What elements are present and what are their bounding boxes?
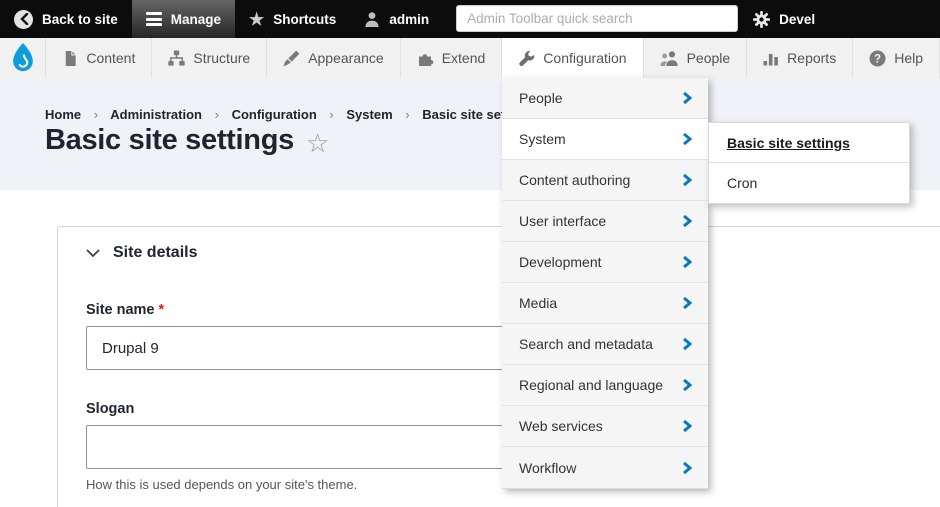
menu-item-content-authoring[interactable]: Content authoring bbox=[502, 160, 708, 201]
drupal-home-button[interactable] bbox=[0, 38, 46, 78]
document-icon bbox=[62, 50, 78, 67]
back-to-site-button[interactable]: Back to site bbox=[0, 0, 132, 38]
toolbar-tab-extend[interactable]: Extend bbox=[401, 38, 503, 78]
menu-item-system[interactable]: System bbox=[502, 119, 708, 160]
toolbar-tab-label: People bbox=[687, 50, 731, 66]
chevron-down-icon bbox=[86, 249, 100, 258]
hamburger-icon bbox=[146, 12, 162, 26]
manage-label: Manage bbox=[171, 12, 221, 27]
breadcrumb-home[interactable]: Home bbox=[45, 107, 81, 122]
page-title: Basic site settings bbox=[45, 124, 294, 157]
menu-item-media[interactable]: Media bbox=[502, 283, 708, 324]
toolbar-tab-label: Configuration bbox=[543, 50, 626, 66]
chevron-right-icon bbox=[682, 92, 692, 104]
breadcrumb: Home › Administration › Configuration › … bbox=[45, 107, 536, 122]
system-submenu: Basic site settings Cron bbox=[708, 122, 910, 204]
toolbar-tab-configuration[interactable]: Configuration bbox=[502, 38, 643, 78]
sitemap-icon bbox=[168, 50, 185, 67]
help-icon: ? bbox=[869, 50, 886, 67]
submenu-item-cron[interactable]: Cron bbox=[709, 163, 909, 203]
gear-icon bbox=[753, 11, 770, 28]
chevron-right-icon bbox=[682, 215, 692, 227]
menu-item-user-interface[interactable]: User interface bbox=[502, 201, 708, 242]
toolbar-tab-label: Help bbox=[894, 50, 923, 66]
required-marker: * bbox=[159, 302, 165, 318]
drupal-logo-icon bbox=[8, 42, 38, 74]
person-icon bbox=[364, 11, 380, 28]
breadcrumb-administration[interactable]: Administration bbox=[110, 107, 202, 122]
menu-item-people[interactable]: People bbox=[502, 78, 708, 119]
breadcrumb-separator: › bbox=[396, 107, 418, 122]
manage-toolbar: Content Structure Appearance Extend bbox=[0, 38, 940, 78]
chevron-right-icon bbox=[682, 256, 692, 268]
chevron-right-icon bbox=[682, 133, 692, 145]
toolbar-tab-help[interactable]: ? Help bbox=[853, 38, 940, 78]
breadcrumb-separator: › bbox=[206, 107, 228, 122]
manage-tab[interactable]: Manage bbox=[132, 0, 235, 38]
wrench-icon bbox=[518, 50, 535, 67]
site-details-title: Site details bbox=[113, 244, 197, 262]
devel-menu[interactable]: Devel bbox=[739, 0, 829, 38]
brush-icon bbox=[283, 50, 300, 67]
toolbar-tab-label: Structure bbox=[193, 50, 250, 66]
breadcrumb-configuration[interactable]: Configuration bbox=[232, 107, 317, 122]
chevron-right-icon bbox=[682, 297, 692, 309]
puzzle-icon bbox=[417, 50, 434, 67]
toolbar-tab-reports[interactable]: Reports bbox=[747, 38, 853, 78]
back-to-site-label: Back to site bbox=[42, 12, 118, 27]
toolbar-tab-label: Appearance bbox=[308, 50, 384, 66]
star-icon: ★ bbox=[249, 11, 264, 28]
chevron-right-icon bbox=[682, 462, 692, 474]
toolbar-tab-label: Content bbox=[86, 50, 135, 66]
configuration-dropdown: People System Content authoring User int… bbox=[502, 78, 708, 489]
toolbar-tab-appearance[interactable]: Appearance bbox=[267, 38, 401, 78]
toolbar-tab-label: Reports bbox=[787, 50, 836, 66]
people-icon bbox=[660, 50, 679, 67]
toolbar-tab-structure[interactable]: Structure bbox=[152, 38, 267, 78]
drupal-admin-screen: Back to site Manage ★ Shortcuts admin bbox=[0, 0, 940, 507]
site-details-fieldset: Site details Site name * Slogan How this… bbox=[57, 226, 940, 507]
favorite-star-icon[interactable]: ☆ bbox=[306, 126, 329, 156]
breadcrumb-system[interactable]: System bbox=[346, 107, 392, 122]
admin-toolbar: Back to site Manage ★ Shortcuts admin bbox=[0, 0, 940, 38]
devel-label: Devel bbox=[779, 12, 815, 27]
chevron-right-icon bbox=[682, 379, 692, 391]
menu-item-search-and-metadata[interactable]: Search and metadata bbox=[502, 324, 708, 365]
main-content: Site details Site name * Slogan How this… bbox=[0, 190, 940, 507]
svg-text:?: ? bbox=[874, 53, 881, 65]
menu-item-workflow[interactable]: Workflow bbox=[502, 447, 708, 488]
username-label: admin bbox=[389, 12, 429, 27]
menu-item-web-services[interactable]: Web services bbox=[502, 406, 708, 447]
menu-item-regional-and-language[interactable]: Regional and language bbox=[502, 365, 708, 406]
submenu-item-basic-site-settings[interactable]: Basic site settings bbox=[709, 123, 909, 163]
chevron-right-icon bbox=[682, 174, 692, 186]
breadcrumb-separator: › bbox=[320, 107, 342, 122]
toolbar-tab-label: Extend bbox=[442, 50, 486, 66]
chevron-right-icon bbox=[682, 420, 692, 432]
breadcrumb-separator: › bbox=[85, 107, 107, 122]
menu-item-development[interactable]: Development bbox=[502, 242, 708, 283]
toolbar-tab-people[interactable]: People bbox=[644, 38, 748, 78]
admin-search-input[interactable] bbox=[456, 5, 738, 32]
chevron-right-icon bbox=[682, 338, 692, 350]
back-circle-icon bbox=[14, 10, 33, 29]
shortcuts-label: Shortcuts bbox=[273, 12, 336, 27]
shortcuts-tab[interactable]: ★ Shortcuts bbox=[235, 0, 350, 38]
toolbar-tab-content[interactable]: Content bbox=[46, 38, 152, 78]
user-menu[interactable]: admin bbox=[350, 0, 443, 38]
bar-chart-icon bbox=[763, 50, 779, 66]
